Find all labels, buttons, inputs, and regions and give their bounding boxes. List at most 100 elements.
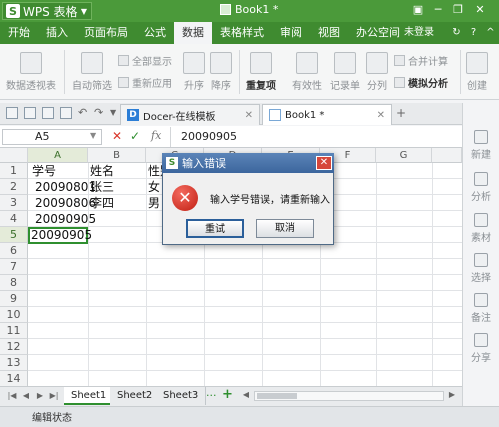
menu-office-space[interactable]: 办公空间: [348, 22, 408, 44]
minimize-icon[interactable]: ─: [430, 3, 446, 17]
column-header-b[interactable]: B: [88, 148, 146, 163]
cell-a2[interactable]: 20090801: [35, 179, 96, 195]
panel-share[interactable]: 分享: [463, 333, 499, 364]
tab-docer-templates[interactable]: D Docer-在线模板 ✕: [120, 104, 260, 125]
dialog-close-button[interactable]: ✕: [316, 156, 332, 170]
new-file-icon[interactable]: [6, 107, 18, 119]
sheet-tab-sheet2[interactable]: Sheet2: [110, 387, 161, 405]
scroll-left-icon[interactable]: ◀: [240, 390, 252, 402]
simulation-analysis-button[interactable]: 模拟分析: [394, 75, 448, 90]
restore-icon[interactable]: ❐: [450, 3, 466, 17]
row-header-7[interactable]: 7: [0, 259, 28, 275]
cell-a4[interactable]: 20090905: [35, 211, 96, 227]
panel-analysis[interactable]: 分析: [463, 172, 499, 203]
print-icon[interactable]: [42, 107, 54, 119]
sort-descending-button[interactable]: 降序: [210, 52, 232, 92]
add-sheet-button[interactable]: +: [222, 387, 233, 402]
new-tab-icon[interactable]: +: [396, 106, 406, 120]
cell-c2[interactable]: 女: [148, 179, 160, 195]
more-sheets-button[interactable]: ···: [206, 389, 217, 402]
menu-formulas[interactable]: 公式: [136, 22, 174, 44]
skin-icon[interactable]: ▣: [410, 3, 426, 17]
collapse-ribbon-icon[interactable]: ^: [484, 26, 497, 39]
validity-button[interactable]: 有效性: [292, 52, 322, 92]
first-sheet-icon[interactable]: |◀: [6, 390, 18, 402]
cell-b1[interactable]: 姓名: [90, 163, 114, 179]
show-all-button[interactable]: 全部显示: [118, 53, 172, 68]
column-header-a[interactable]: A: [28, 148, 88, 163]
name-box[interactable]: A5: [2, 129, 102, 145]
close-tab-icon[interactable]: ✕: [377, 110, 385, 121]
next-sheet-icon[interactable]: ▶: [34, 390, 46, 402]
panel-notes[interactable]: 备注: [463, 293, 499, 324]
cell-a3[interactable]: 20090806: [35, 195, 96, 211]
help-icon[interactable]: ?: [467, 26, 480, 39]
menu-review[interactable]: 审阅: [272, 22, 310, 44]
dialog-title-bar[interactable]: S 输入错误: [162, 153, 334, 173]
app-menu-button[interactable]: S WPS 表格 ▼: [2, 2, 92, 20]
row-header-10[interactable]: 10: [0, 307, 28, 323]
row-header-13[interactable]: 13: [0, 355, 28, 371]
cell-a1[interactable]: 学号: [32, 163, 56, 179]
save-icon[interactable]: [24, 107, 36, 119]
print-preview-icon[interactable]: [60, 107, 72, 119]
sheet-tab-sheet1[interactable]: Sheet1: [64, 387, 115, 405]
cell-a5[interactable]: 20090905: [31, 227, 92, 243]
pivot-table-button[interactable]: 数据透视表: [6, 52, 56, 92]
scrollbar-thumb[interactable]: [257, 393, 297, 399]
prev-sheet-icon[interactable]: ◀: [20, 390, 32, 402]
row-header-9[interactable]: 9: [0, 291, 28, 307]
chevron-down-icon[interactable]: ▼: [110, 108, 116, 117]
row-header-6[interactable]: 6: [0, 243, 28, 259]
close-tab-icon[interactable]: ✕: [245, 110, 253, 121]
close-window-icon[interactable]: ✕: [472, 3, 488, 17]
last-sheet-icon[interactable]: ▶|: [48, 390, 60, 402]
split-column-button[interactable]: 分列: [366, 52, 388, 92]
row-header-8[interactable]: 8: [0, 275, 28, 291]
column-header-h[interactable]: [432, 148, 462, 163]
panel-select[interactable]: 选择: [463, 253, 499, 284]
insert-function-button[interactable]: fx: [151, 129, 161, 142]
row-header-3[interactable]: 3: [0, 195, 28, 211]
cell-b2[interactable]: 张三: [90, 179, 114, 195]
menu-view[interactable]: 视图: [310, 22, 348, 44]
create-group-button[interactable]: 创建: [466, 52, 488, 92]
sheet-tab-sheet3[interactable]: Sheet3: [156, 387, 207, 405]
panel-materials[interactable]: 素材: [463, 213, 499, 244]
tab-book1[interactable]: Book1 * ✕: [262, 104, 392, 125]
menu-page-layout[interactable]: 页面布局: [76, 22, 136, 44]
row-header-11[interactable]: 11: [0, 323, 28, 339]
menu-table-style[interactable]: 表格样式: [212, 22, 272, 44]
scroll-right-icon[interactable]: ▶: [446, 390, 458, 402]
cell-b3[interactable]: 李四: [90, 195, 114, 211]
sort-ascending-button[interactable]: 升序: [183, 52, 205, 92]
formula-input[interactable]: 20090905: [170, 127, 460, 147]
column-header-g[interactable]: G: [376, 148, 432, 163]
retry-button[interactable]: 重试: [186, 219, 244, 238]
row-header-5[interactable]: 5: [0, 227, 28, 243]
redo-icon[interactable]: ↷: [94, 106, 103, 119]
confirm-entry-icon[interactable]: ✓: [130, 129, 140, 143]
menu-insert[interactable]: 插入: [38, 22, 76, 44]
duplicates-button[interactable]: 重复项: [246, 52, 276, 92]
menu-home[interactable]: 开始: [0, 22, 38, 44]
row-header-14[interactable]: 14: [0, 371, 28, 387]
sync-icon[interactable]: ↻: [450, 26, 463, 39]
row-header-4[interactable]: 4: [0, 211, 28, 227]
row-header-1[interactable]: 1: [0, 163, 28, 179]
cancel-button[interactable]: 取消: [256, 219, 314, 238]
row-header-12[interactable]: 12: [0, 339, 28, 355]
merge-calc-button[interactable]: 合并计算: [394, 53, 448, 68]
cell-c3[interactable]: 男: [148, 195, 160, 211]
panel-new[interactable]: 新建: [463, 130, 499, 161]
undo-icon[interactable]: ↶: [78, 106, 87, 119]
row-header-2[interactable]: 2: [0, 179, 28, 195]
record-form-button[interactable]: 记录单: [330, 52, 360, 92]
reapply-button[interactable]: 重新应用: [118, 75, 172, 90]
horizontal-scrollbar[interactable]: [254, 391, 444, 401]
login-link[interactable]: 未登录: [404, 22, 434, 44]
chevron-down-icon[interactable]: ▼: [90, 131, 96, 140]
select-all-corner[interactable]: [0, 148, 28, 163]
autofilter-button[interactable]: 自动筛选: [72, 52, 112, 92]
menu-data[interactable]: 数据: [174, 22, 212, 44]
